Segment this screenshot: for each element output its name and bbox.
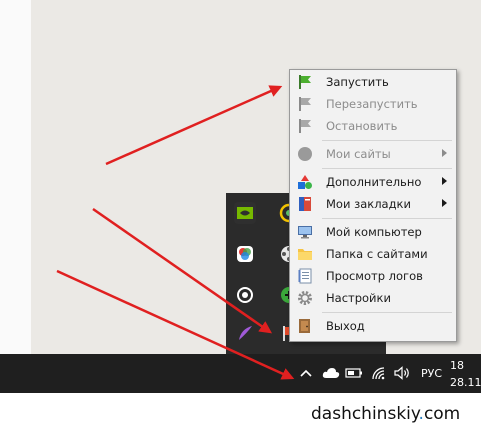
show-hidden-icons-chevron-icon[interactable] [296, 363, 316, 383]
log-document-icon [296, 267, 314, 285]
window-edge [0, 0, 31, 354]
menu-item-bookmarks[interactable]: Мои закладки [290, 193, 456, 215]
submenu-arrow-icon [442, 177, 447, 185]
color-app-icon[interactable] [234, 243, 256, 265]
watermark-name: dashchinskiy [311, 404, 419, 424]
green-flag-icon [296, 73, 314, 91]
menu-separator [322, 168, 452, 169]
menu-item-settings[interactable]: Настройки [290, 287, 456, 309]
bookmarks-book-icon [296, 195, 314, 213]
menu-item-exit[interactable]: Выход [290, 315, 456, 337]
computer-icon [296, 223, 314, 241]
menu-item-label: Выход [326, 319, 365, 333]
feather-app-icon[interactable] [234, 322, 256, 344]
context-menu: Запустить Перезапустить Остановить Мои с… [289, 69, 457, 342]
menu-item-restart[interactable]: Перезапустить [290, 93, 456, 115]
menu-item-my-computer[interactable]: Мой компьютер [290, 221, 456, 243]
menu-separator [322, 312, 452, 313]
site-watermark: dashchinskiy.com [311, 404, 460, 424]
menu-separator [322, 218, 452, 219]
gray-flag-icon [296, 95, 314, 113]
menu-item-label: Дополнительно [326, 175, 422, 189]
clock-date: 28.11 [450, 376, 481, 389]
battery-icon[interactable] [344, 363, 364, 383]
volume-icon[interactable] [393, 363, 413, 383]
exit-door-icon [296, 317, 314, 335]
menu-item-start[interactable]: Запустить [290, 71, 456, 93]
clock[interactable]: 18 28.11 [450, 357, 481, 391]
onedrive-cloud-icon[interactable] [320, 363, 342, 383]
menu-item-label: Мои закладки [326, 197, 411, 211]
input-language-indicator[interactable]: РУС [421, 367, 442, 380]
menu-item-label: Мои сайты [326, 147, 391, 161]
menu-item-my-sites[interactable]: Мои сайты [290, 143, 456, 165]
taskbar: РУС 18 28.11 [0, 354, 481, 393]
menu-separator [322, 140, 452, 141]
gray-circle-icon [296, 145, 314, 163]
watermark-tld: com [423, 404, 461, 424]
wifi-icon[interactable] [369, 363, 389, 383]
nvidia-icon[interactable] [234, 202, 256, 224]
menu-item-label: Мой компьютер [326, 225, 422, 239]
menu-item-label: Просмотр логов [326, 269, 423, 283]
shapes-icon [296, 173, 314, 191]
gear-icon [296, 289, 314, 307]
steam-icon[interactable] [234, 284, 256, 306]
menu-item-stop[interactable]: Остановить [290, 115, 456, 137]
menu-item-label: Настройки [326, 291, 391, 305]
folder-icon [296, 245, 314, 263]
menu-item-label: Остановить [326, 119, 398, 133]
menu-item-additional[interactable]: Дополнительно [290, 171, 456, 193]
menu-item-label: Перезапустить [326, 97, 418, 111]
submenu-arrow-icon [442, 149, 447, 157]
menu-item-view-logs[interactable]: Просмотр логов [290, 265, 456, 287]
gray-flag-icon [296, 117, 314, 135]
menu-item-label: Запустить [326, 75, 389, 89]
submenu-arrow-icon [442, 199, 447, 207]
clock-time: 18 [450, 359, 464, 372]
menu-item-sites-folder[interactable]: Папка с сайтами [290, 243, 456, 265]
menu-item-label: Папка с сайтами [326, 247, 428, 261]
